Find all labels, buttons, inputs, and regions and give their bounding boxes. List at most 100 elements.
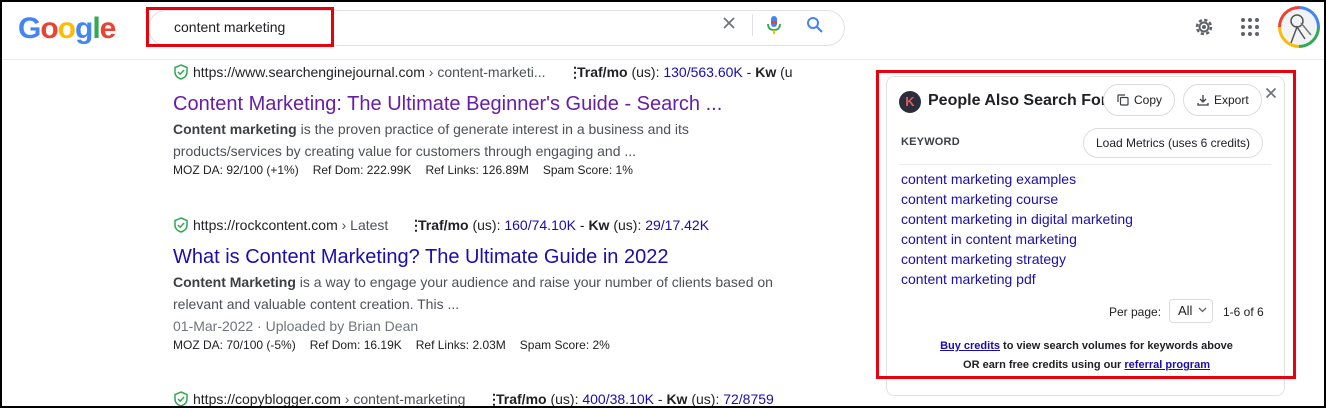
shield-check-icon — [174, 64, 188, 80]
search-divider — [752, 14, 753, 36]
url-host: https://rockcontent.com — [193, 217, 338, 233]
kw-sep: (us): — [609, 217, 646, 233]
spam-score: Spam Score: 2% — [519, 338, 610, 352]
pagination-range: 1-6 of 6 — [1223, 305, 1264, 319]
search-icon[interactable] — [806, 16, 824, 34]
more-dots-icon[interactable]: ⋮ — [409, 215, 423, 235]
credits-notice-text: to view search volumes for keywords abov… — [999, 340, 1233, 352]
referral-notice: OR earn free credits using our referral … — [887, 359, 1286, 371]
clear-icon[interactable] — [721, 15, 737, 31]
copy-button[interactable]: Copy — [1103, 84, 1175, 116]
keyword-link[interactable]: content marketing in digital marketing — [901, 209, 1133, 229]
snippet-bold: Content Marketing — [173, 274, 296, 290]
traf-us: (us): — [627, 64, 664, 80]
account-avatar[interactable] — [1278, 6, 1320, 48]
traffic-stats: ⋮Traf/mo (us): 160/74.10K - Kw (us): 29/… — [409, 215, 710, 235]
kw-value: 72/8759 — [723, 391, 774, 407]
more-dots-icon[interactable]: ⋮ — [568, 62, 582, 82]
keyword-link[interactable]: content marketing strategy — [901, 249, 1133, 269]
people-also-search-panel: K People Also Search For Copy Export KEY… — [886, 76, 1285, 396]
ref-links: Ref Links: 2.03M — [415, 338, 506, 352]
traffic-stats: ⋮Traf/mo (us): 400/38.10K - Kw (us): 72/… — [487, 389, 774, 408]
referral-notice-text: OR earn free credits using our — [963, 359, 1125, 371]
result-url[interactable]: https://copyblogger.com › content-market… — [173, 389, 793, 408]
search-result: https://copyblogger.com › content-market… — [173, 389, 793, 408]
moz-da: MOZ DA: 92/100 (+1%) — [173, 163, 299, 177]
result-snippet: Content marketing is the proven practice… — [173, 118, 783, 162]
ref-links: Ref Links: 126.89M — [425, 163, 529, 177]
logo-letter: o — [57, 12, 76, 45]
keyword-link[interactable]: content marketing pdf — [901, 269, 1133, 289]
google-logo[interactable]: Google — [18, 12, 117, 46]
panel-title: People Also Search For — [928, 92, 1104, 109]
shield-check-icon — [174, 217, 188, 233]
keyword-link[interactable]: content marketing examples — [901, 169, 1133, 189]
url-path: › content-marketi... — [424, 64, 546, 80]
logo-letter: g — [75, 12, 93, 45]
apps-grid-icon[interactable] — [1240, 17, 1260, 37]
ref-dom: Ref Dom: 16.19K — [309, 338, 402, 352]
seo-metrics: MOZ DA: 70/100 (-5%) Ref Dom: 16.19K Ref L… — [173, 338, 793, 352]
keyword-link[interactable]: content marketing course — [901, 189, 1133, 209]
keywords-everywhere-logo: K — [899, 91, 921, 113]
download-icon — [1197, 95, 1209, 106]
kw-label: Kw — [588, 217, 610, 233]
traf-us: (us): — [468, 217, 505, 233]
shield-check-icon — [174, 391, 188, 407]
per-page-label: Per page: — [1109, 305, 1162, 319]
result-url[interactable]: https://www.searchenginejournal.com › co… — [173, 62, 793, 82]
gear-icon[interactable] — [1192, 15, 1216, 39]
buy-credits-link[interactable]: Buy credits — [940, 340, 1000, 352]
traf-label: Traf/mo — [418, 217, 469, 233]
panel-divider — [899, 164, 1271, 165]
kw-sep: (us): — [687, 391, 724, 407]
kw-value: (u — [776, 64, 793, 80]
keyword-list: content marketing examples content marke… — [901, 169, 1133, 289]
per-page-select[interactable]: All — [1169, 299, 1213, 323]
traffic-stats: ⋮Traf/mo (us): 130/563.60K - Kw (u — [568, 62, 793, 82]
copy-icon — [1117, 94, 1129, 106]
result-title[interactable]: Content Marketing: The Ultimate Beginner… — [173, 91, 793, 117]
kw-label: Kw — [755, 64, 777, 80]
traf-us: (us): — [546, 391, 583, 407]
search-result: https://rockcontent.com › Latest ⋮Traf/m… — [173, 215, 793, 352]
keyword-column-header: KEYWORD — [901, 136, 960, 148]
kw-label: Kw — [666, 391, 688, 407]
url-host: https://copyblogger.com — [193, 391, 341, 407]
spam-score: Spam Score: 1% — [542, 163, 633, 177]
referral-program-link[interactable]: referral program — [1124, 359, 1210, 371]
header: Google — [0, 0, 1326, 60]
close-icon[interactable] — [1265, 87, 1277, 99]
kw-value: 29/17.42K — [645, 217, 710, 233]
microphone-icon[interactable] — [765, 15, 783, 35]
traf-value: 130/563.60K — [663, 64, 743, 80]
more-dots-icon[interactable]: ⋮ — [487, 389, 501, 408]
logo-letter: l — [92, 12, 100, 45]
traf-label: Traf/mo — [577, 64, 628, 80]
credits-notice: Buy credits to view search volumes for k… — [887, 340, 1286, 352]
search-box — [148, 10, 845, 46]
url-path: › Latest — [337, 217, 389, 233]
copy-label: Copy — [1134, 93, 1163, 107]
result-url[interactable]: https://rockcontent.com › Latest ⋮Traf/m… — [173, 215, 793, 235]
ref-dom: Ref Dom: 222.99K — [312, 163, 412, 177]
result-snippet: Content Marketing is a way to engage you… — [173, 271, 783, 315]
result-title[interactable]: What is Content Marketing? The Ultimate … — [173, 244, 793, 270]
traf-label: Traf/mo — [496, 391, 547, 407]
seo-metrics: MOZ DA: 92/100 (+1%) Ref Dom: 222.99K Ref … — [173, 163, 793, 177]
avatar-image — [1281, 9, 1317, 45]
search-input[interactable] — [174, 19, 674, 35]
result-date: 01-Mar-2022 · Uploaded by Brian Dean — [173, 318, 419, 334]
logo-letter: o — [40, 12, 58, 45]
export-button[interactable]: Export — [1183, 84, 1262, 116]
url-host: https://www.searchenginejournal.com — [193, 64, 425, 80]
load-metrics-button[interactable]: Load Metrics (uses 6 credits) — [1083, 128, 1263, 158]
search-result: https://www.searchenginejournal.com › co… — [173, 62, 793, 177]
keyword-link[interactable]: content in content marketing — [901, 229, 1133, 249]
moz-da: MOZ DA: 70/100 (-5%) — [173, 338, 296, 352]
logo-letter: G — [18, 12, 41, 45]
snippet-bold: Content marketing — [173, 121, 297, 137]
traf-value: 400/38.10K — [582, 391, 654, 407]
logo-letter: e — [99, 12, 117, 45]
export-label: Export — [1214, 93, 1249, 107]
